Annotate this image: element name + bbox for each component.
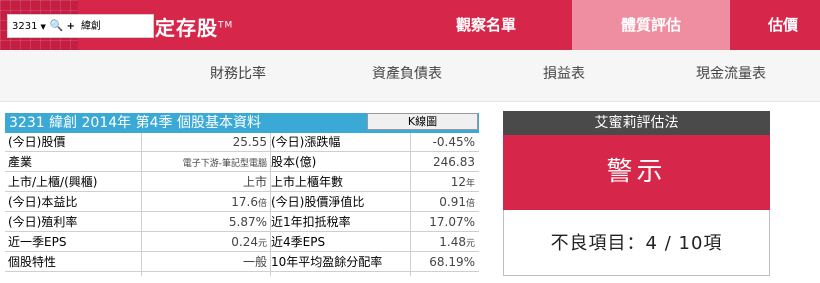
row-label: 近一季EPS <box>8 233 141 252</box>
row-label: (今日)漲跌幅 <box>271 133 411 152</box>
row-label: 個股特性 <box>8 253 141 272</box>
add-icon[interactable]: + <box>67 16 75 38</box>
table-row: 近一季EPS 0.24元 近4季EPS 1.48元 <box>5 233 479 252</box>
stock-selector[interactable]: 3231 ▼ 🔍 + 緯創 <box>7 14 154 38</box>
row-value-text: 17.6 <box>231 195 258 209</box>
evaluation-verdict: 警示 <box>503 135 770 210</box>
row-value-text: 一般 <box>242 255 267 269</box>
row-label: 股本(億) <box>271 153 411 172</box>
row-label-text: (今日)股價淨值比 <box>271 195 365 209</box>
search-icon[interactable]: 🔍 <box>50 15 64 37</box>
value-unit: 元 <box>257 239 267 249</box>
table-row: 個股特性 一般 10年平均盈餘分配率 68.19% <box>5 253 479 272</box>
row-label: 近4季EPS <box>271 233 411 252</box>
table-row: (今日)本益比 17.6倍 (今日)股價淨值比 0.91倍 <box>5 193 479 212</box>
subnav-income-statement[interactable]: 損益表 <box>543 50 585 102</box>
trademark-mark: TM <box>218 20 234 31</box>
row-value: 5.87% <box>141 213 269 232</box>
row-value-text: 25.55 <box>232 135 267 149</box>
row-value: 電子下游-筆記型電腦 <box>141 153 269 172</box>
row-value-text: 1.48 <box>439 235 466 249</box>
table-divider <box>410 133 411 276</box>
row-value: -0.45% <box>411 133 477 152</box>
nav-valuation[interactable]: 估價 <box>768 0 820 50</box>
subnav-cash-flow[interactable]: 現金流量表 <box>696 50 766 102</box>
row-label-text: 近一季EPS <box>8 235 67 249</box>
row-value: 246.83 <box>411 153 477 172</box>
row-value: 12年 <box>411 173 477 192</box>
row-value-text: 0.24 <box>231 235 258 249</box>
bad-items-count: 不良項目：4 / 10項 <box>550 233 723 254</box>
row-label: (今日)股價 <box>8 133 141 152</box>
info-table-title: 3231 緯創 2014年 第4季 個股基本資料 <box>9 115 261 131</box>
row-value-text: 12 <box>450 175 466 189</box>
row-label-text: (今日)漲跌幅 <box>271 135 341 149</box>
row-value: 68.19% <box>411 253 477 272</box>
nav-watchlist[interactable]: 觀察名單 <box>440 0 532 50</box>
value-unit: 元 <box>465 239 475 249</box>
row-value: 25.55 <box>141 133 269 152</box>
row-value-text: 68.19% <box>429 255 475 269</box>
table-row: 上市/上櫃/(興櫃) 上市 上市上櫃年數 12年 <box>5 173 479 192</box>
row-label-text: 股本(億) <box>271 155 317 169</box>
row-label: 產業 <box>8 153 141 172</box>
row-label: (今日)股價淨值比 <box>271 193 411 212</box>
value-unit: 年 <box>465 179 475 189</box>
kline-chart-button[interactable]: K線圖 <box>367 113 478 130</box>
row-value-text: 246.83 <box>433 155 475 169</box>
row-label: 近1年扣抵稅率 <box>271 213 411 232</box>
nav-health-evaluation[interactable]: 體質評估 <box>572 0 730 50</box>
row-value: 0.24元 <box>141 233 269 252</box>
row-label-text: 10年平均盈餘分配率 <box>271 255 383 269</box>
row-label: 上市/上櫃/(興櫃) <box>8 173 141 192</box>
row-label-text: 產業 <box>8 155 33 169</box>
table-divider <box>141 133 142 276</box>
row-label-text: 上市上櫃年數 <box>271 175 344 189</box>
row-value-text: -0.45% <box>432 135 475 149</box>
row-label-text: 上市/上櫃/(興櫃) <box>8 175 98 189</box>
table-row: (今日)股價 25.55 (今日)漲跌幅 -0.45% <box>5 133 479 152</box>
row-value: 上市 <box>141 173 269 192</box>
table-row: 產業 電子下游-筆記型電腦 股本(億) 246.83 <box>5 153 479 172</box>
row-value: 一般 <box>141 253 269 272</box>
row-label-text: (今日)殖利率 <box>8 215 78 229</box>
row-label-text: (今日)股價 <box>8 135 66 149</box>
row-value: 1.48元 <box>411 233 477 252</box>
subnav-balance-sheet[interactable]: 資產負債表 <box>372 50 442 102</box>
row-value-text: 0.91 <box>439 195 466 209</box>
value-unit: 倍 <box>257 199 267 209</box>
row-value: 17.6倍 <box>141 193 269 212</box>
subnav-financial-ratio[interactable]: 財務比率 <box>210 50 266 102</box>
stock-code: 3231 <box>12 21 38 32</box>
row-label-text: 近4季EPS <box>271 235 326 249</box>
value-unit: 倍 <box>465 199 475 209</box>
row-label-text: 近1年扣抵稅率 <box>271 215 351 229</box>
row-label: (今日)殖利率 <box>8 213 141 232</box>
row-value-text: 5.87% <box>228 215 267 229</box>
stock-name: 緯創 <box>80 21 101 32</box>
row-value-text: 17.07% <box>429 215 475 229</box>
table-divider <box>270 133 271 276</box>
dropdown-arrow-icon[interactable]: ▼ <box>40 16 45 38</box>
row-value: 0.91倍 <box>411 193 477 212</box>
table-row: (今日)殖利率 5.87% 近1年扣抵稅率 17.07% <box>5 213 479 232</box>
evaluation-header: 艾蜜莉評估法 <box>503 111 770 135</box>
row-label: 10年平均盈餘分配率 <box>271 253 411 272</box>
row-value: 17.07% <box>411 213 477 232</box>
row-value-text: 上市 <box>242 175 267 189</box>
row-label: 上市上櫃年數 <box>271 173 411 192</box>
row-value-text: 電子下游-筆記型電腦 <box>182 159 267 169</box>
row-label-text: 個股特性 <box>8 255 57 269</box>
row-label: (今日)本益比 <box>8 193 141 212</box>
row-label-text: (今日)本益比 <box>8 195 78 209</box>
